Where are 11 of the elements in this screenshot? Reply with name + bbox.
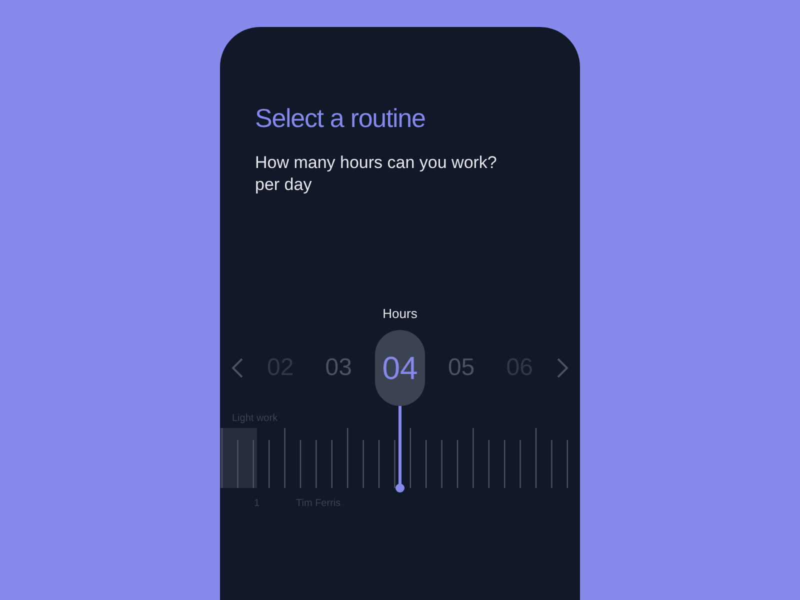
picker-label: Hours [382, 305, 418, 323]
hour-option[interactable]: 05 [439, 350, 484, 386]
hour-option[interactable]: 03 [316, 350, 361, 386]
question-text: How many hours can you work? [255, 152, 497, 174]
subtitle-text: per day [255, 174, 312, 196]
chevron-right-icon[interactable] [556, 356, 570, 378]
hour-option[interactable]: 04 [374, 330, 425, 406]
range-highlight [220, 428, 257, 488]
slider-handle[interactable] [395, 406, 405, 492]
page-title: Select a routine [255, 102, 426, 135]
chevron-left-icon[interactable] [230, 356, 244, 378]
